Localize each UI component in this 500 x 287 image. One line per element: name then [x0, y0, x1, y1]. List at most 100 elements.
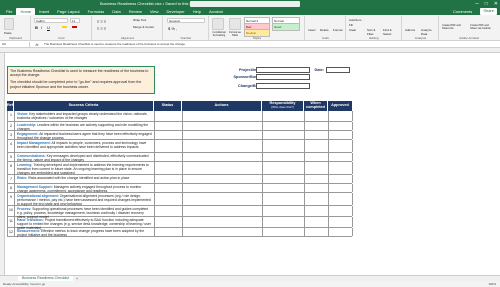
- criteria-cell[interactable]: Risks: Risks associated with the change …: [15, 175, 155, 183]
- ref-cell[interactable]: 10: [8, 206, 15, 216]
- criteria-cell[interactable]: Leadership: Leaders within the business …: [15, 122, 155, 131]
- tab-help[interactable]: Help: [189, 8, 205, 15]
- actions-cell[interactable]: [183, 175, 263, 183]
- approved-cell[interactable]: [329, 217, 353, 227]
- ref-cell[interactable]: 7: [8, 175, 15, 183]
- approved-cell[interactable]: [329, 206, 353, 216]
- actions-cell[interactable]: [183, 193, 263, 205]
- maximize-button[interactable]: □: [485, 1, 488, 7]
- bold-icon[interactable]: B: [35, 25, 38, 30]
- responsibility-cell[interactable]: [263, 140, 305, 152]
- when-cell[interactable]: [305, 162, 329, 174]
- ref-cell[interactable]: 2: [8, 122, 15, 130]
- fill-button[interactable]: Fill: [349, 23, 353, 27]
- format-button[interactable]: Format: [333, 28, 343, 32]
- merge-center-button[interactable]: Merge & Center: [133, 25, 154, 29]
- search-input[interactable]: [190, 1, 300, 7]
- actions-cell[interactable]: [183, 217, 263, 227]
- insert-button[interactable]: Insert: [308, 28, 316, 32]
- comments-button[interactable]: Comments: [449, 8, 476, 15]
- tab-home[interactable]: Home: [16, 8, 36, 15]
- when-cell[interactable]: [305, 111, 329, 121]
- currency-icon[interactable]: $ % ,: [168, 26, 177, 31]
- create-pdf-share-link-button[interactable]: Create PDF and Share link: [442, 24, 468, 30]
- align-left-icon[interactable]: ≡ ≡ ≡: [97, 26, 106, 31]
- status-cell[interactable]: [155, 140, 183, 152]
- approved-cell[interactable]: [329, 184, 353, 192]
- when-cell[interactable]: [305, 206, 329, 216]
- approved-cell[interactable]: [329, 111, 353, 121]
- status-cell[interactable]: [155, 184, 183, 192]
- actions-cell[interactable]: [183, 228, 263, 236]
- when-cell[interactable]: [305, 122, 329, 130]
- status-cell[interactable]: [155, 131, 183, 139]
- minimize-button[interactable]: ─: [475, 1, 479, 7]
- autosum-button[interactable]: AutoSum: [349, 18, 361, 22]
- responsibility-cell[interactable]: [263, 111, 305, 121]
- status-cell[interactable]: [155, 228, 183, 236]
- tab-insert[interactable]: Insert: [35, 8, 53, 15]
- clear-button[interactable]: Clear: [349, 28, 356, 32]
- italic-icon[interactable]: I: [41, 25, 42, 30]
- responsibility-cell[interactable]: [263, 193, 305, 205]
- approved-cell[interactable]: [329, 193, 353, 205]
- actions-cell[interactable]: [183, 111, 263, 121]
- approved-cell[interactable]: [329, 122, 353, 130]
- approved-cell[interactable]: [329, 175, 353, 183]
- tab-formulas[interactable]: Formulas: [84, 8, 109, 15]
- when-cell[interactable]: [305, 140, 329, 152]
- actions-cell[interactable]: [183, 153, 263, 161]
- responsibility-cell[interactable]: [263, 175, 305, 183]
- close-button[interactable]: ✕: [494, 1, 498, 7]
- approved-cell[interactable]: [329, 162, 353, 174]
- wrap-text-button[interactable]: Wrap Text: [133, 18, 146, 22]
- fx-icon[interactable]: fx: [30, 42, 44, 47]
- responsibility-cell[interactable]: [263, 206, 305, 216]
- ref-cell[interactable]: 11: [8, 217, 15, 227]
- when-cell[interactable]: [305, 217, 329, 227]
- ref-cell[interactable]: 3: [8, 131, 15, 139]
- ref-cell[interactable]: 4: [8, 140, 15, 152]
- responsibility-cell[interactable]: [263, 228, 305, 236]
- fill-color-icon[interactable]: [62, 26, 67, 28]
- format-table-button[interactable]: [229, 18, 241, 30]
- analyze-data-button[interactable]: Analyze Data: [421, 28, 437, 36]
- ref-cell[interactable]: 12: [8, 228, 15, 236]
- actions-cell[interactable]: [183, 206, 263, 216]
- status-cell[interactable]: [155, 175, 183, 183]
- tab-view[interactable]: View: [146, 8, 163, 15]
- approved-cell[interactable]: [329, 140, 353, 152]
- tab-acrobat[interactable]: Acrobat: [205, 8, 227, 15]
- actions-cell[interactable]: [183, 122, 263, 130]
- font-color-icon[interactable]: [72, 26, 77, 28]
- when-cell[interactable]: [305, 153, 329, 161]
- criteria-cell[interactable]: Learning: Training developed and impleme…: [15, 162, 155, 175]
- change-lead-field[interactable]: [256, 83, 310, 89]
- status-cell[interactable]: [155, 153, 183, 161]
- status-cell[interactable]: [155, 111, 183, 121]
- tab-developer[interactable]: Developer: [162, 8, 188, 15]
- actions-cell[interactable]: [183, 131, 263, 139]
- intro-box[interactable]: The Business Readiness Checklist is used…: [7, 66, 155, 94]
- tab-page-layout[interactable]: Page Layout: [53, 8, 83, 15]
- status-cell[interactable]: [155, 193, 183, 205]
- addins-button[interactable]: Add-ins: [405, 28, 415, 32]
- ref-cell[interactable]: 6: [8, 162, 15, 174]
- tab-review[interactable]: Review: [125, 8, 146, 15]
- underline-icon[interactable]: U: [47, 25, 50, 30]
- criteria-cell[interactable]: Management Support: Managers actively en…: [15, 184, 155, 193]
- when-cell[interactable]: [305, 175, 329, 183]
- tab-data[interactable]: Data: [108, 8, 124, 15]
- approved-cell[interactable]: [329, 131, 353, 139]
- create-pdf-outlook-button[interactable]: Create PDF and Share via Outlook: [470, 24, 496, 30]
- share-button[interactable]: Share: [480, 8, 497, 15]
- worksheet[interactable]: The Business Readiness Checklist is used…: [0, 53, 500, 275]
- date-field[interactable]: [326, 67, 350, 73]
- criteria-cell[interactable]: Engagement: All impacted business/users …: [15, 131, 155, 140]
- ref-cell[interactable]: 5: [8, 153, 15, 161]
- criteria-cell[interactable]: Process: Supporting operational processe…: [15, 206, 155, 219]
- find-select-button[interactable]: Find & Select: [383, 28, 399, 36]
- status-cell[interactable]: [155, 122, 183, 130]
- criteria-cell[interactable]: Hand Transition: Project transitioned ef…: [15, 217, 155, 230]
- status-cell[interactable]: [155, 206, 183, 216]
